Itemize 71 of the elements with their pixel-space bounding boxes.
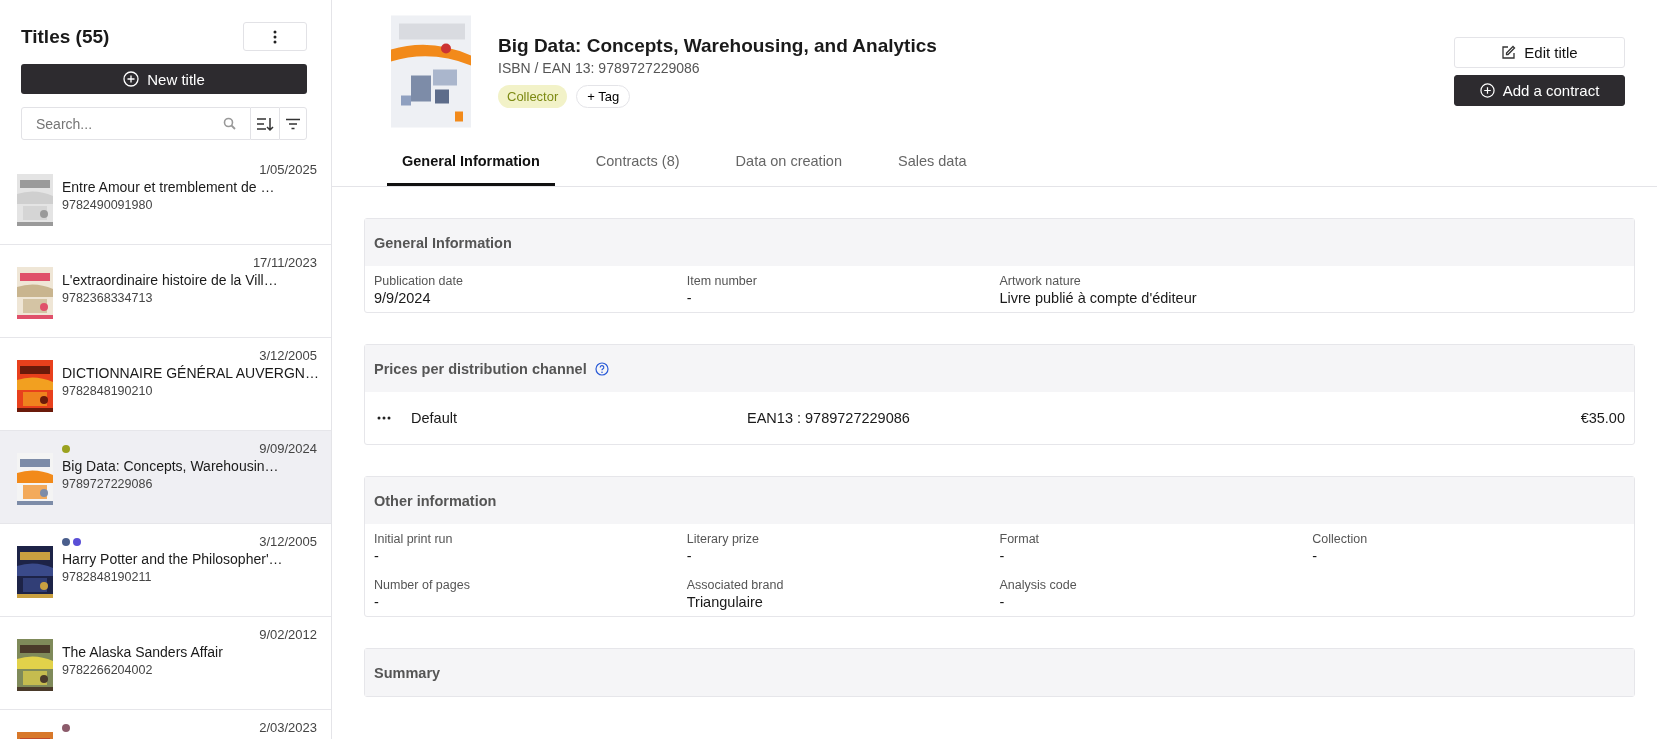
field-value: - [374, 548, 380, 564]
field-value: - [999, 594, 1006, 610]
plus-circle-icon [1479, 83, 1495, 98]
field-value: Livre publié à compte d'éditeur [999, 290, 1198, 306]
isbn-text: 9782490091980 [62, 198, 154, 212]
date-text: 9/02/2012 [259, 627, 317, 642]
field-value: - [999, 548, 1006, 564]
list-title: Titles (55) [21, 25, 110, 48]
filter-icon [284, 117, 301, 130]
field-label: Item number [686, 274, 758, 288]
field-label: Associated brand [686, 578, 785, 592]
isbn-text: 9782848190211 [62, 570, 153, 584]
tab[interactable]: General Information [387, 136, 555, 186]
tag: Collector [498, 85, 568, 108]
isbn-text: 9782368334713 [62, 291, 154, 305]
title-text: Big Data: Concepts, Warehousin… [62, 458, 280, 474]
title-text: Entre Amour et tremblement de … [62, 179, 276, 195]
more-icon[interactable] [377, 416, 391, 420]
field-label: Analysis code [999, 578, 1078, 592]
tab[interactable]: Contracts (8) [580, 136, 695, 186]
filter-button[interactable] [278, 107, 307, 140]
title-text: L'extraordinaire histoire de la Vill… [62, 272, 279, 288]
field-label: Number of pages [374, 578, 471, 592]
field-value: - [686, 548, 693, 564]
field-label: Initial print run [374, 532, 454, 546]
field-label: Publication date [374, 274, 464, 288]
sort-button[interactable] [251, 107, 279, 140]
date-text: 1/05/2025 [259, 162, 317, 177]
new-title-button[interactable]: New title [21, 64, 307, 94]
section-title: Summary [374, 664, 441, 681]
field-value: - [374, 594, 380, 610]
date-text: 3/12/2005 [259, 348, 317, 363]
field-label: Collection [1312, 532, 1369, 546]
title-text: The Alaska Sanders Affair [62, 644, 224, 660]
tab[interactable]: Sales data [883, 136, 982, 186]
section-title: Other information [374, 492, 497, 509]
title-text: Harry Potter and the Philosopher'… [62, 551, 284, 567]
sort-icon [255, 115, 274, 132]
field-value: - [1312, 548, 1319, 564]
date-text: 2/03/2023 [259, 720, 317, 735]
add-tag-button[interactable]: + Tag [576, 85, 631, 108]
help-icon[interactable] [594, 361, 609, 376]
edit-title-button[interactable]: Edit title [1454, 37, 1625, 68]
book-title: Big Data: Concepts, Warehousing, and Analytics [498, 35, 938, 57]
date-text: 9/09/2024 [259, 441, 317, 456]
channel-name: Default [411, 410, 458, 426]
isbn-text: 9782266204002 [62, 663, 154, 677]
date-text: 17/11/2023 [252, 255, 317, 270]
date-text: 3/12/2005 [259, 534, 317, 549]
field-value: - [686, 290, 693, 306]
field-value: Triangulaire [686, 594, 764, 610]
price-text: €35.00 [1580, 410, 1625, 426]
search-icon [223, 117, 236, 130]
tab[interactable]: Data on creation [720, 136, 857, 186]
add-contract-button[interactable]: Add a contract [1454, 75, 1625, 106]
search-field[interactable]: Search... [21, 107, 251, 140]
field-label: Artwork nature [999, 274, 1082, 288]
isbn-text: 9789727229086 [62, 477, 154, 491]
field-label: Literary prize [686, 532, 760, 546]
plus-circle-icon [123, 71, 140, 87]
field-label: Format [999, 532, 1041, 546]
edit-icon [1501, 45, 1517, 60]
section-title: Prices per distribution channel [374, 360, 587, 377]
title-list-item[interactable]: 9/09/2024 Big Data: Concepts, Warehousin… 9789727229086 [0, 431, 331, 524]
isbn-text: ISBN / EAN 13: 9789727229086 [498, 60, 701, 76]
more-icon [273, 29, 277, 44]
section-title: General Information [374, 234, 512, 251]
isbn-text: 9782848190210 [62, 384, 154, 398]
ean-text: EAN13 : 9789727229086 [747, 410, 911, 426]
title-text: DICTIONNAIRE GÉNÉRAL AUVERGN… [62, 365, 317, 381]
field-value: 9/9/2024 [374, 290, 432, 306]
